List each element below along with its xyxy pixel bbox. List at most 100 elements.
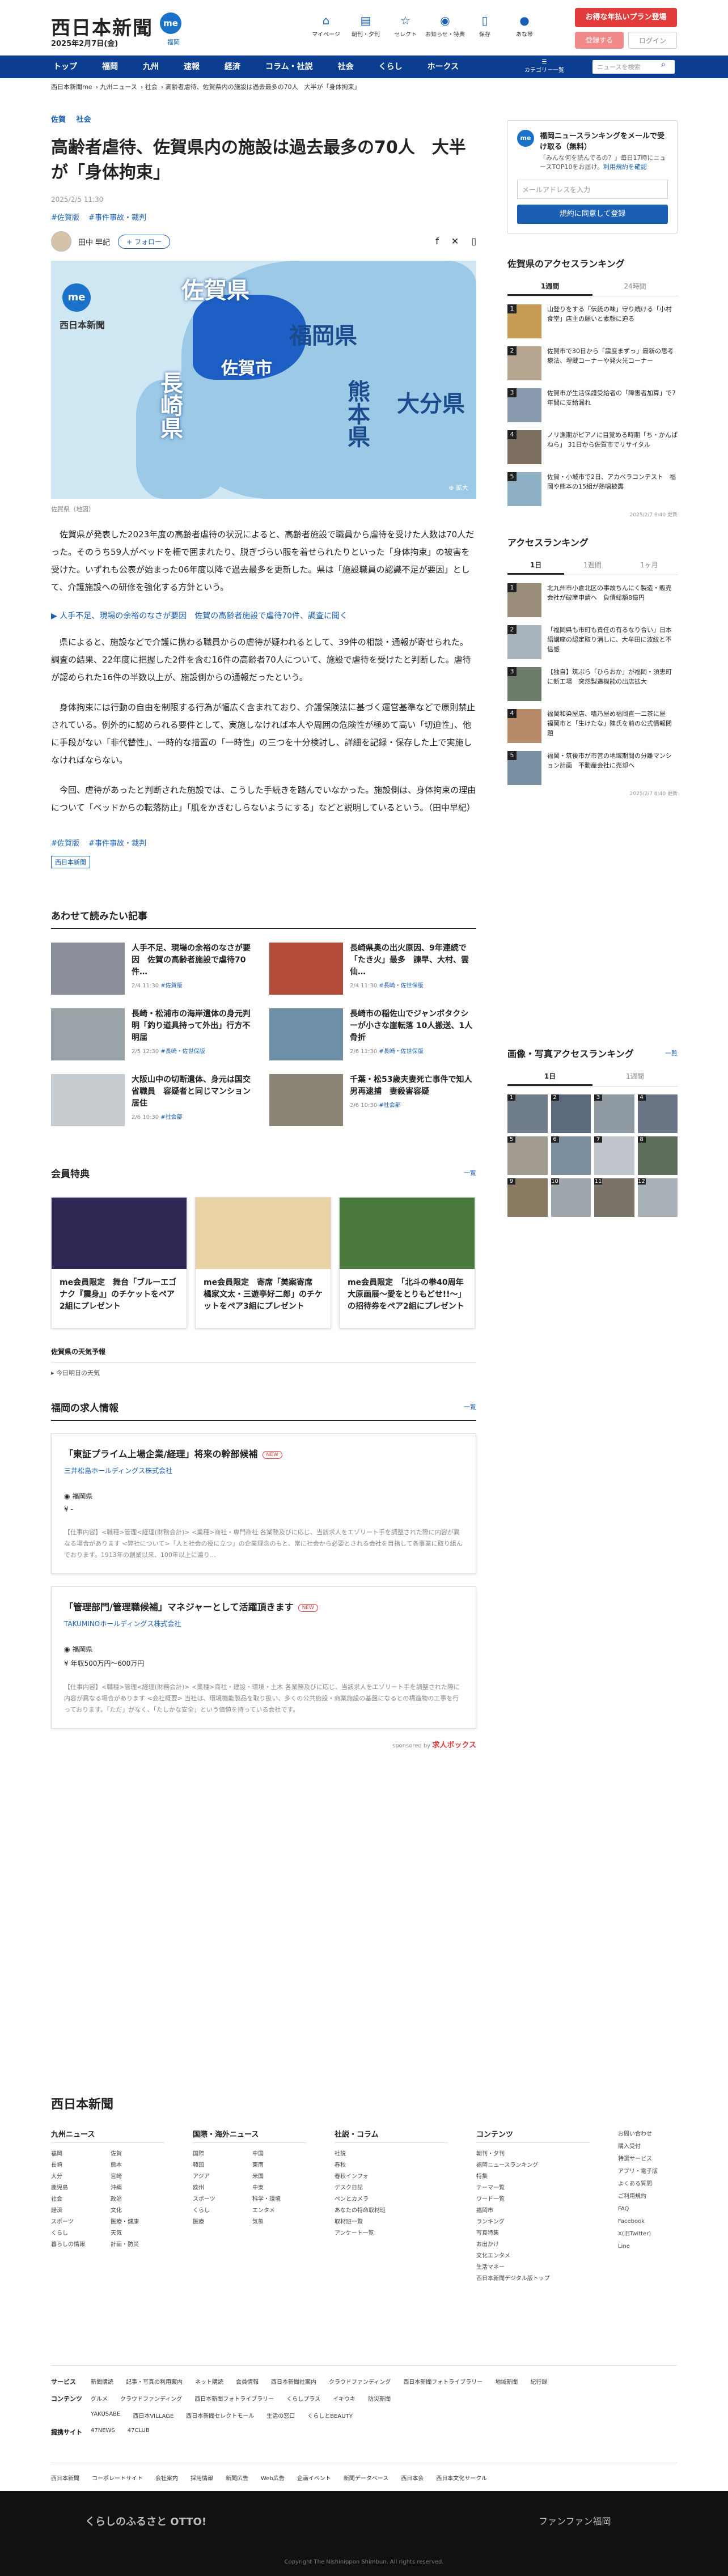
footer-link[interactable]: コーポレートサイト bbox=[92, 2473, 143, 2482]
footer-link[interactable]: クラウドファンディング bbox=[120, 2394, 182, 2403]
list-item[interactable]: 長崎・松浦市の海岸遺体の身元判明「釣り道具持って外出」行方不明届 2/5 12:3… bbox=[51, 1008, 258, 1060]
footer-link[interactable]: Web広告 bbox=[261, 2473, 285, 2482]
nav-item[interactable]: コラム・社説 bbox=[253, 56, 325, 78]
footer-link[interactable]: アプリ・電子版 bbox=[618, 2166, 658, 2178]
nav-item[interactable]: ホークス bbox=[415, 56, 472, 78]
footer-link[interactable]: 医療・健康 bbox=[111, 2217, 164, 2225]
perk-card[interactable]: me会員限定 「北斗の拳40周年大原画展～愛をとりもどせ!!～」の招待券をペア2… bbox=[339, 1197, 475, 1329]
footer-link[interactable]: スポーツ bbox=[51, 2217, 105, 2225]
ranking-item[interactable]: 3 【独自】筑ぷら「ひらおか」が福岡・須恵町に新工場 突然製造機能の出店拡大 bbox=[507, 667, 678, 701]
footer-link[interactable]: あなたの特命取材班 bbox=[335, 2205, 448, 2214]
footer-link[interactable]: 社説 bbox=[335, 2149, 448, 2157]
breadcrumb-item[interactable]: 西日本新聞me bbox=[51, 83, 92, 91]
footer-link[interactable]: クラウドファンディング bbox=[329, 2377, 391, 2386]
footer-link[interactable]: 中東 bbox=[252, 2183, 306, 2191]
tool-notice[interactable]: ◉ お知らせ・特典 bbox=[425, 14, 465, 38]
tool-paper[interactable]: ▤ 朝刊・夕刊 bbox=[346, 14, 386, 38]
footer-link[interactable]: 西日本新聞セレクトモール bbox=[186, 2411, 254, 2420]
category-link[interactable]: 社会 bbox=[77, 116, 91, 124]
footer-link[interactable]: 欧州 bbox=[193, 2183, 247, 2191]
tag-link[interactable]: #佐賀版 bbox=[51, 214, 79, 222]
jobs-more-link[interactable]: 一覧 bbox=[464, 1402, 476, 1411]
footer-link[interactable]: テーマ一覧 bbox=[476, 2183, 590, 2191]
footer-link[interactable]: ワード一覧 bbox=[476, 2194, 590, 2202]
tag-link[interactable]: #佐賀版 bbox=[51, 839, 79, 848]
tab-week[interactable]: 1週間 bbox=[592, 1068, 678, 1086]
footer-link[interactable]: FAQ bbox=[618, 2203, 658, 2216]
list-item[interactable]: 長崎市の稲佐山でジャンボタクシーが小さな崖転落 10人搬送、1人骨折 2/6 11… bbox=[269, 1008, 476, 1060]
footer-link[interactable]: 福岡市 bbox=[476, 2205, 590, 2214]
footer-link[interactable]: 西日本VILLAGE bbox=[133, 2411, 173, 2420]
footer-link[interactable]: 医療 bbox=[193, 2217, 247, 2225]
tag-link[interactable]: #事件事故・裁判 bbox=[88, 214, 146, 222]
login-button[interactable]: ログイン bbox=[628, 32, 677, 49]
footer-link[interactable]: 新聞購読 bbox=[91, 2377, 113, 2386]
footer-link[interactable]: 科学・環境 bbox=[252, 2194, 306, 2202]
tab-month[interactable]: 1ヶ月 bbox=[621, 557, 678, 575]
footer-link[interactable]: 採用情報 bbox=[191, 2473, 213, 2482]
site-logo[interactable]: 西日本新聞 bbox=[51, 12, 153, 40]
ranking-item[interactable]: 2 「福岡県も市町も責任の有るなり合い」日本語講座の認定取り消しに、大牟田に波紋と… bbox=[507, 625, 678, 659]
footer-link[interactable]: くらしプラス bbox=[286, 2394, 320, 2403]
footer-link[interactable]: 東南 bbox=[252, 2160, 306, 2168]
fanfan-logo[interactable]: ファンファン福岡 bbox=[539, 2514, 611, 2527]
perk-card[interactable]: me会員限定 寄席「美案寄席 橘家文太・三遊亭好二郎」のチケットをペア3組にプレ… bbox=[195, 1197, 331, 1329]
footer-link[interactable]: 企画イベント bbox=[297, 2473, 331, 2482]
footer-link[interactable]: 西日本文化サークル bbox=[436, 2473, 487, 2482]
footer-link[interactable]: 文化 bbox=[111, 2205, 164, 2214]
footer-logo[interactable]: 西日本新聞 bbox=[51, 2094, 113, 2112]
job-card[interactable]: 「東証プライム上場企業/経理」将来の幹部候補 NEW 三井松島ホールディングス株式… bbox=[51, 1433, 476, 1574]
footer-link[interactable]: 気象 bbox=[252, 2217, 306, 2225]
register-button[interactable]: 登録する bbox=[575, 32, 624, 49]
footer-link[interactable]: 沖縄 bbox=[111, 2183, 164, 2191]
terms-link[interactable]: 利用規約を確認 bbox=[603, 163, 647, 171]
search-icon[interactable]: ⌕ bbox=[661, 60, 666, 69]
tab-day[interactable]: 1日 bbox=[507, 1068, 592, 1086]
nav-item[interactable]: 経済 bbox=[212, 56, 253, 78]
footer-link[interactable]: デスク日記 bbox=[335, 2183, 448, 2191]
me-logo[interactable]: me bbox=[160, 12, 181, 34]
footer-link[interactable]: よくある質問 bbox=[618, 2178, 658, 2191]
footer-link[interactable]: X(旧Twitter) bbox=[618, 2228, 658, 2240]
facebook-icon[interactable]: f bbox=[435, 236, 439, 247]
article-map-image[interactable]: me 西日本新聞 佐賀県 佐賀市 福岡県 大分県 長崎県 熊本県 ⊕ 拡大 bbox=[51, 261, 476, 499]
photo-ranking-more[interactable]: 一覧 bbox=[665, 1049, 678, 1058]
tool-save[interactable]: ▯ 保存 bbox=[465, 14, 505, 38]
nav-item[interactable]: くらし bbox=[366, 56, 415, 78]
footer-link[interactable]: 新聞広告 bbox=[226, 2473, 248, 2482]
photo-thumb[interactable]: 1 bbox=[507, 1094, 548, 1133]
footer-link[interactable]: 文化エンタメ bbox=[476, 2251, 590, 2259]
footer-link[interactable]: 韓国 bbox=[193, 2160, 247, 2168]
footer-link[interactable]: ネット購読 bbox=[195, 2377, 223, 2386]
footer-link[interactable]: 春秋 bbox=[335, 2160, 448, 2168]
ranking-item[interactable]: 3 佐賀市が生活保護受給者の「障害者加算」で7年間に支給漏れ bbox=[507, 388, 678, 422]
newsletter-submit-button[interactable]: 規約に同意して登録 bbox=[517, 205, 668, 224]
footer-link[interactable]: ペンとカメラ bbox=[335, 2194, 448, 2202]
footer-link[interactable]: 地域新聞 bbox=[495, 2377, 518, 2386]
footer-link[interactable]: 国際 bbox=[193, 2149, 247, 2157]
footer-link[interactable]: 中国 bbox=[252, 2149, 306, 2157]
footer-link[interactable]: Facebook bbox=[618, 2216, 658, 2228]
photo-thumb[interactable]: 6 bbox=[551, 1136, 591, 1175]
photo-thumb[interactable]: 4 bbox=[637, 1094, 678, 1133]
footer-link[interactable]: イキウキ bbox=[333, 2394, 355, 2403]
footer-link[interactable]: 47CLUB bbox=[128, 2428, 150, 2437]
tool-me[interactable]: ● あな帯 bbox=[505, 14, 544, 38]
footer-link[interactable]: 社会 bbox=[51, 2194, 105, 2202]
footer-link[interactable]: 会社案内 bbox=[155, 2473, 178, 2482]
footer-link[interactable]: 鹿児島 bbox=[51, 2183, 105, 2191]
nav-item[interactable]: 九州 bbox=[130, 56, 171, 78]
footer-link[interactable]: くらしとBEAUTY bbox=[307, 2411, 353, 2420]
ranking-item[interactable]: 4 ノリ漁期がピアノに目覚める時期「ち・かんぱねら」 31日から佐賀市でリサイタル bbox=[507, 430, 678, 464]
tab-week[interactable]: 1週間 bbox=[564, 557, 621, 575]
photo-thumb[interactable]: 7 bbox=[594, 1136, 634, 1175]
footer-link[interactable]: 西日本新聞社案内 bbox=[271, 2377, 316, 2386]
footer-link[interactable]: 記事・写真の利用案内 bbox=[126, 2377, 183, 2386]
photo-thumb[interactable]: 9 bbox=[507, 1178, 548, 1217]
footer-link[interactable]: 紀行録 bbox=[530, 2377, 547, 2386]
weather-tab[interactable]: ▸ 今日明日の天気 bbox=[51, 1368, 476, 1377]
footer-link[interactable]: Line bbox=[618, 2240, 658, 2253]
tool-mypage[interactable]: ⌂ マイページ bbox=[306, 14, 346, 38]
ranking-item[interactable]: 2 佐賀市で30日から「震度まずっ」最新の思考療法、埋蔵コーナーや発火光コーナー bbox=[507, 346, 678, 380]
bookmark-icon[interactable]: ▯ bbox=[471, 236, 476, 247]
